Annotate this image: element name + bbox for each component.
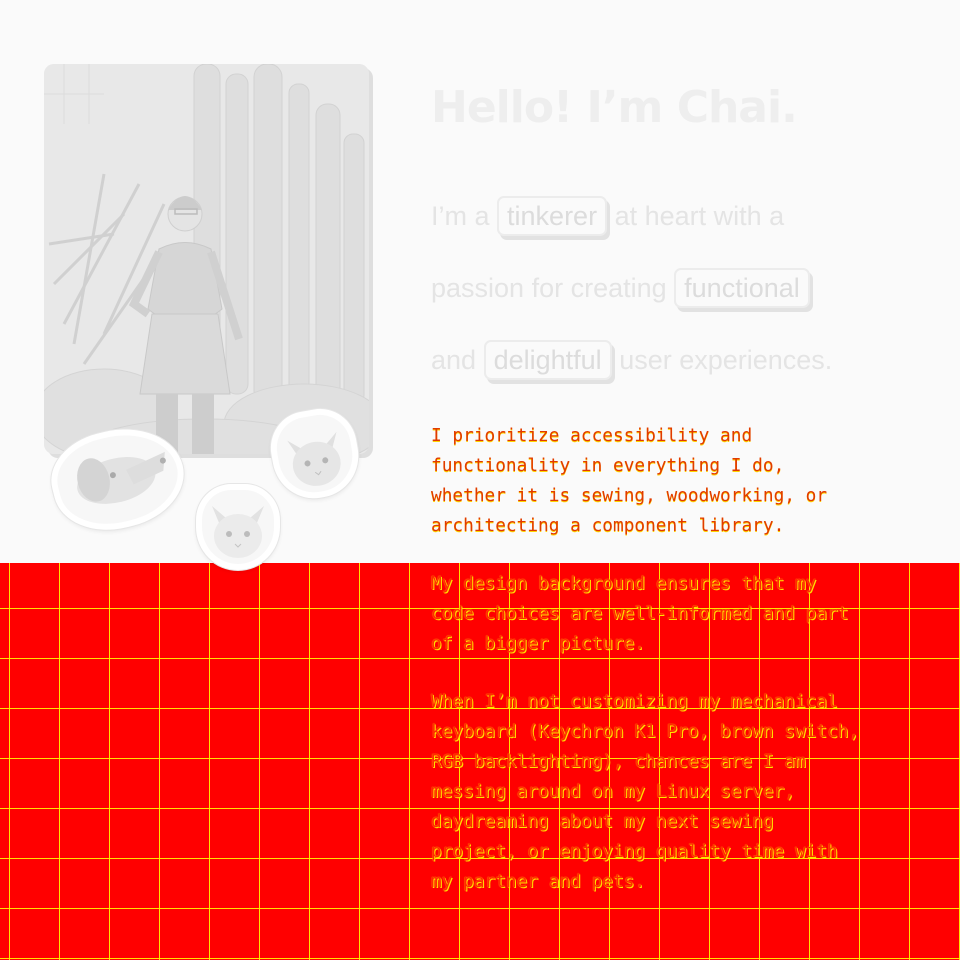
tagline-text: user experiences. [619, 345, 833, 375]
tinkerer-pill: tinkerer [497, 196, 608, 236]
cat-sticker [196, 484, 280, 570]
hobbies-paragraph: When I’m not customizing my mechanical k… [431, 691, 860, 892]
design-background-paragraph: My design background ensures that my cod… [431, 573, 849, 654]
tagline-line-1: I’m a tinkerer at heart with a [431, 180, 956, 252]
tagline-text: at heart with a [614, 201, 785, 231]
delightful-pill: delightful [483, 340, 612, 380]
tagline-text: I’m a [431, 201, 490, 231]
portrait-photo [44, 64, 369, 454]
tagline: I’m a tinkerer at heart with a passion f… [431, 180, 956, 396]
accessibility-paragraph: I prioritize accessibility and functiona… [431, 425, 828, 536]
tagline-text: passion for creating [431, 273, 667, 303]
tagline-line-3: and delightful user experiences. [431, 324, 956, 396]
tagline-text: and [431, 345, 477, 375]
functional-pill: functional [674, 268, 810, 308]
about-page: Hello! I’m Chai. I’m a tinkerer at heart… [0, 0, 960, 960]
tagline-line-2: passion for creating functional [431, 252, 956, 324]
page-title: Hello! I’m Chai. [431, 82, 798, 133]
